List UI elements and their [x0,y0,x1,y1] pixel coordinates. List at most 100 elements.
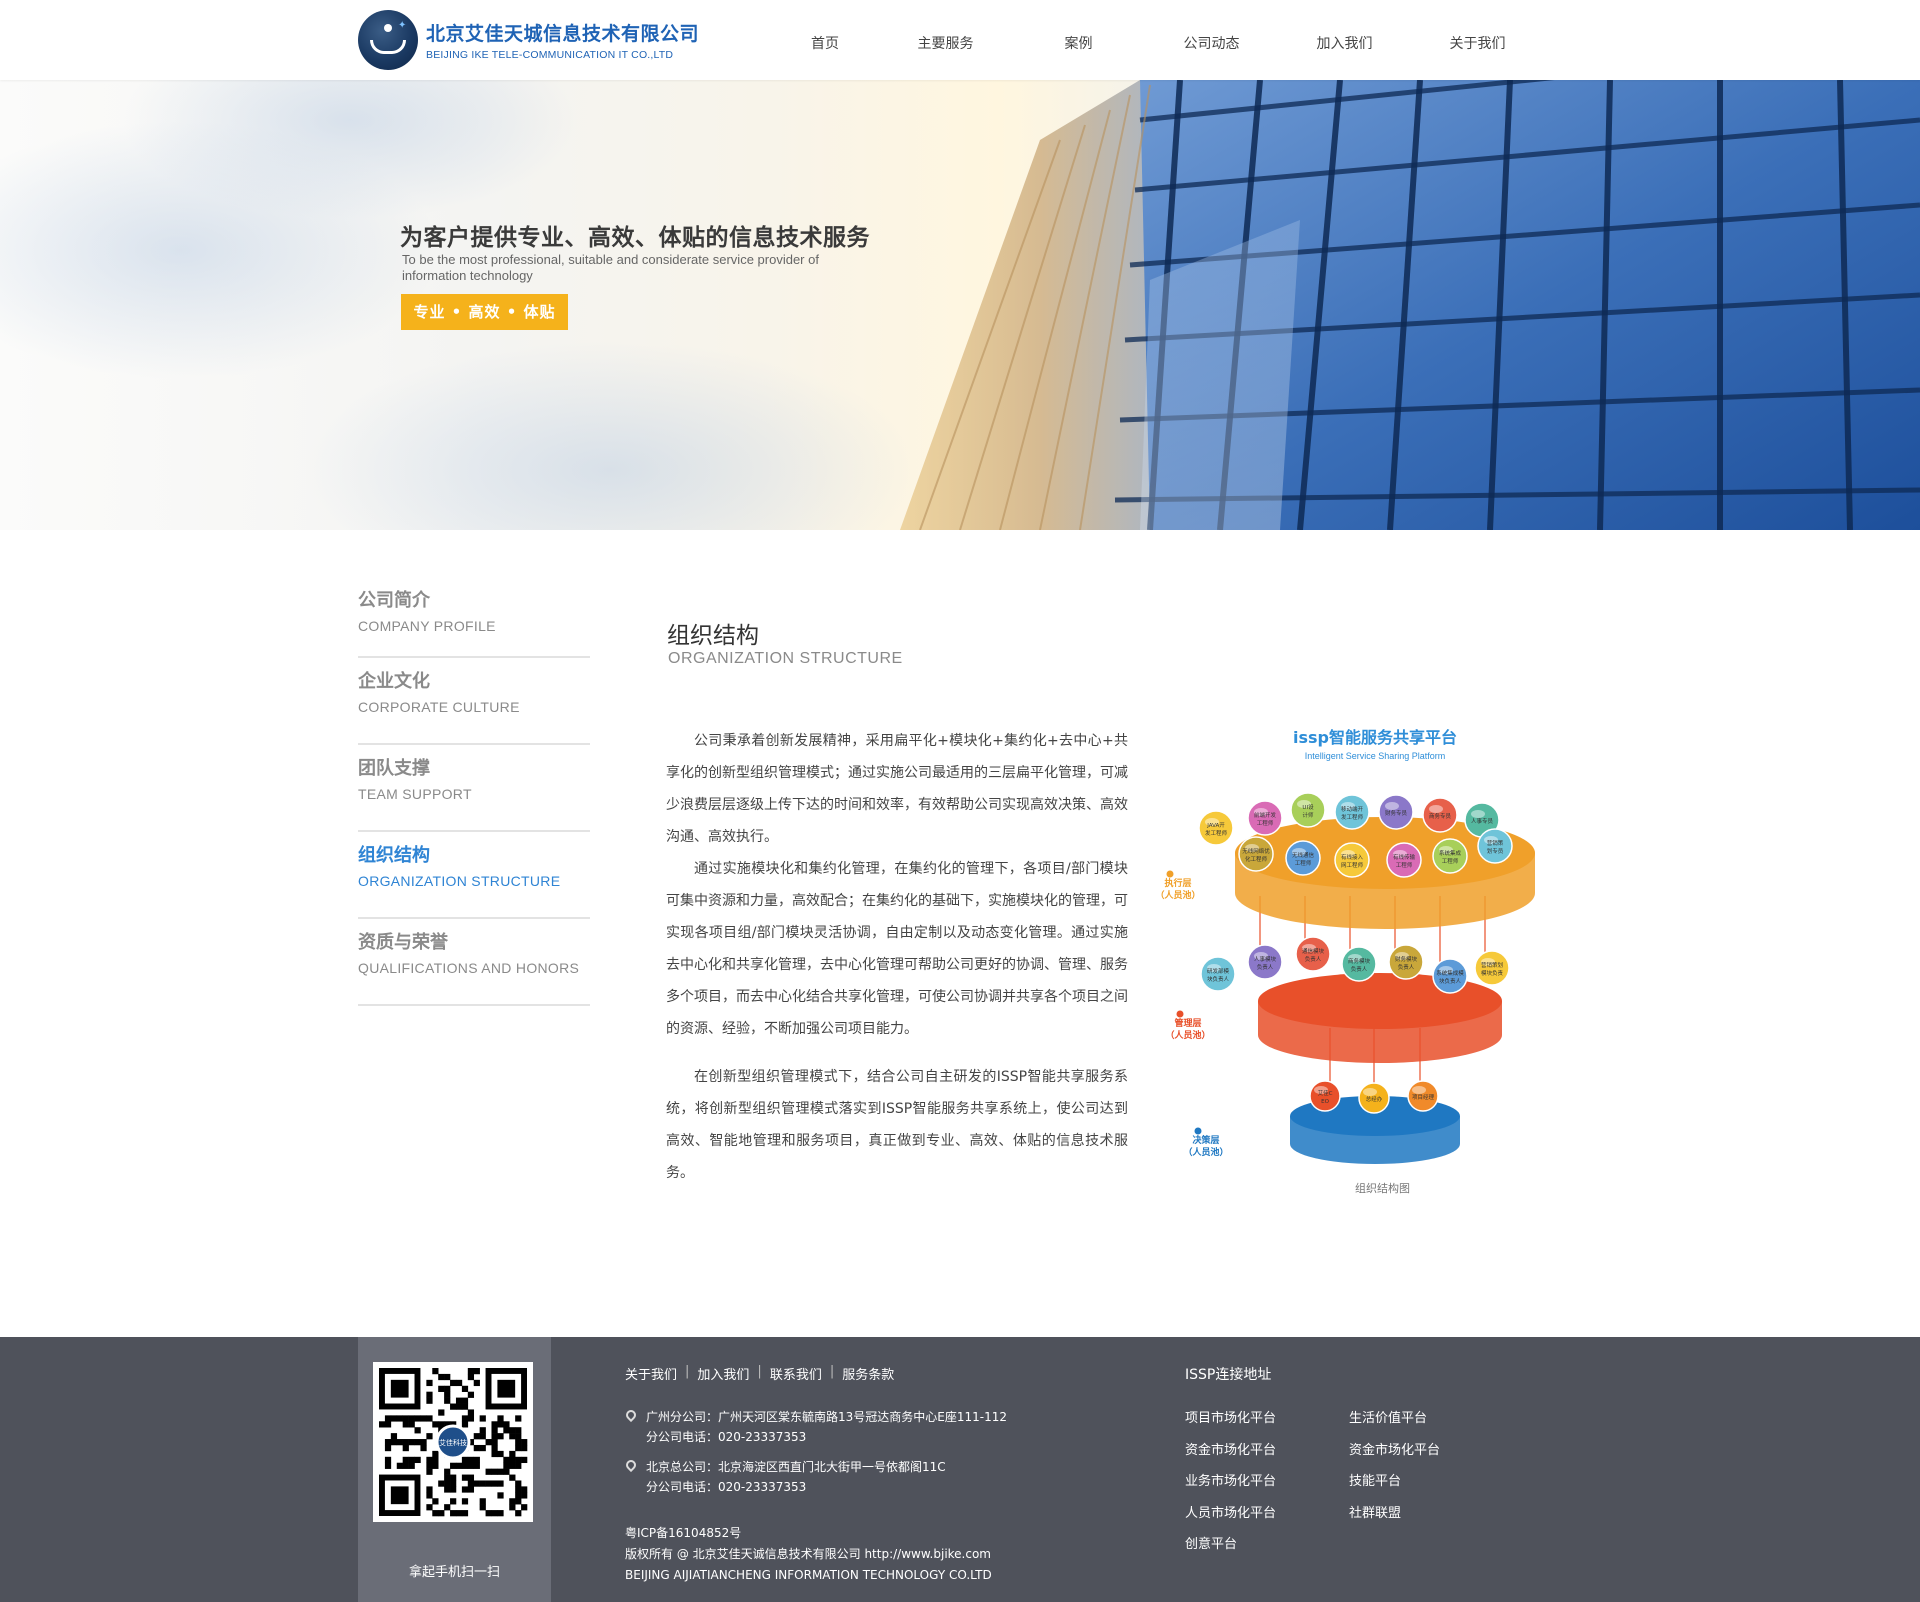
role-node-label: 工程师 [1442,857,1459,865]
qr-module [515,1444,522,1452]
icp-number: 粤ICP备16104852号 [625,1526,742,1540]
issp-link[interactable]: 资金市场化平台 [1349,1435,1440,1467]
nav-about[interactable]: 关于我们 [1411,0,1544,80]
qr-module [414,1415,421,1422]
phone-line: 分公司电话：020-23337353 [646,1480,807,1494]
issp-link[interactable]: 技能平台 [1349,1466,1440,1498]
divider: | [685,1364,690,1379]
page-title: 组织结构 [667,623,759,649]
qr-module [461,1403,469,1410]
nav-news[interactable]: 公司动态 [1145,0,1278,80]
role-node-label: 前端开发 [1254,811,1277,819]
qr-module [390,1439,398,1446]
qr-module [479,1480,486,1487]
role-node-label: 工程师 [1257,819,1274,827]
role-node-label: 无线通信 [1292,851,1315,859]
layer-sublabel: （人员池） [1183,1146,1228,1158]
qr-module [509,1504,516,1511]
paragraph: 在创新型组织管理模式下，结合公司自主研发的ISSP智能共享服务系统，将创新型组织… [666,1069,1128,1181]
nav-home[interactable]: 首页 [771,0,879,80]
role-node-label: 化工程师 [1245,855,1268,863]
footer-link-contact[interactable]: 联系我们 [770,1364,822,1383]
qr-module [509,1456,516,1464]
main-nav: 首页 主要服务 案例 公司动态 加入我们 关于我们 [771,0,1544,80]
qr-module [432,1498,439,1505]
building-image [900,80,1920,530]
qr-module [515,1486,522,1493]
role-node-label: 块负责人 [1439,977,1462,985]
qr-module [426,1492,433,1499]
nav-services[interactable]: 主要服务 [879,0,1012,80]
layer-sublabel: （人员池） [1155,889,1200,901]
role-node-label: UI设 [1302,803,1314,811]
logo[interactable]: ✦ 北京艾佳天城信息技术有限公司 BEIJING IKE TELE-COMMUN… [358,10,699,70]
issp-link[interactable]: 社群联盟 [1349,1498,1440,1530]
qr-module [491,1468,498,1475]
qr-module [438,1480,445,1487]
qr-module [509,1498,516,1505]
site-header: ✦ 北京艾佳天城信息技术有限公司 BEIJING IKE TELE-COMMUN… [0,0,1920,80]
qr-module [479,1427,486,1434]
issp-links-col-2: 生活价值平台 资金市场化平台 技能平台 社群联盟 [1349,1403,1440,1529]
qr-module [432,1510,439,1517]
qr-module [408,1456,415,1464]
qr-module [426,1397,433,1404]
qr-module [450,1480,457,1487]
layer-label: 决策层 [1192,1134,1219,1146]
role-node-label: JAVA开 [1206,822,1225,829]
diagram-caption: 组织结构图 [1355,1182,1410,1195]
sidebar-item-organization-structure[interactable]: 组织结构 ORGANIZATION STRUCTURE [358,832,590,919]
nav-join[interactable]: 加入我们 [1278,0,1411,80]
role-node-label: 人事专员 [1471,817,1494,825]
footer-link-join[interactable]: 加入我们 [697,1364,749,1383]
role-node-label: 营销策划 [1481,961,1503,969]
sidebar-item-qualifications[interactable]: 资质与荣誉 QUALIFICATIONS AND HONORS [358,919,590,1006]
qr-module [491,1439,498,1446]
role-node-label: 工程师 [1396,861,1413,869]
qr-module [390,1379,409,1398]
qr-module [461,1486,469,1493]
issp-link[interactable]: 资金市场化平台 [1185,1435,1276,1467]
qr-module [455,1510,463,1517]
qr-module [426,1504,433,1511]
qr-module [479,1433,486,1440]
address-guangzhou: 广州分公司：广州天河区棠东毓南路13号冠达商务中心E座111-112 分公司电话… [623,1407,1007,1447]
diagram-subtitle: Intelligent Service Sharing Platform [1305,751,1446,761]
qr-module [461,1510,469,1517]
qr-module [479,1498,486,1505]
hero-banner: 为客户提供专业、高效、体贴的信息技术服务 To be the most prof… [0,80,1920,530]
issp-links-col-1: 项目市场化平台 资金市场化平台 业务市场化平台 人员市场化平台 创意平台 [1185,1403,1276,1561]
sidebar-item-corporate-culture[interactable]: 企业文化 CORPORATE CULTURE [358,658,590,745]
qr-module [467,1480,475,1487]
nav-cases[interactable]: 案例 [1012,0,1145,80]
issp-link[interactable]: 业务市场化平台 [1185,1466,1276,1498]
sidebar-item-team-support[interactable]: 团队支撑 TEAM SUPPORT [358,745,590,832]
issp-link[interactable]: 人员市场化平台 [1185,1498,1276,1530]
qr-module [473,1480,480,1487]
sidebar-item-label-cn: 组织结构 [358,845,430,866]
role-node-label: 营销策 [1487,839,1504,847]
footer-link-terms[interactable]: 服务条款 [842,1364,894,1383]
issp-links-title: ISSP连接地址 [1185,1367,1272,1383]
sidebar-item-label-cn: 公司简介 [358,590,430,611]
qr-module [402,1415,409,1422]
issp-link[interactable]: 项目市场化平台 [1185,1403,1276,1435]
qr-module [384,1462,392,1469]
footer-link-about[interactable]: 关于我们 [625,1364,677,1383]
role-node-label: 负责人 [1257,963,1274,971]
qr-module [509,1462,516,1469]
issp-link[interactable]: 生活价值平台 [1349,1403,1440,1435]
qr-module [461,1456,469,1464]
qr-module [503,1427,510,1434]
qr-module [491,1433,498,1440]
role-node-label: 财务模块 [1395,955,1418,963]
issp-link[interactable]: 创意平台 [1185,1529,1276,1561]
qr-module [497,1379,516,1398]
company-name-cn: 北京艾佳天城信息技术有限公司 [426,23,700,45]
banner-tag-button[interactable]: 专业 • 高效 • 体贴 [401,294,568,330]
qr-module [414,1439,421,1446]
role-node-label: 移动端开 [1341,805,1364,813]
qr-module [450,1510,457,1517]
sidebar-item-company-profile[interactable]: 公司简介 COMPANY PROFILE [358,586,590,658]
qr-module [432,1462,439,1469]
